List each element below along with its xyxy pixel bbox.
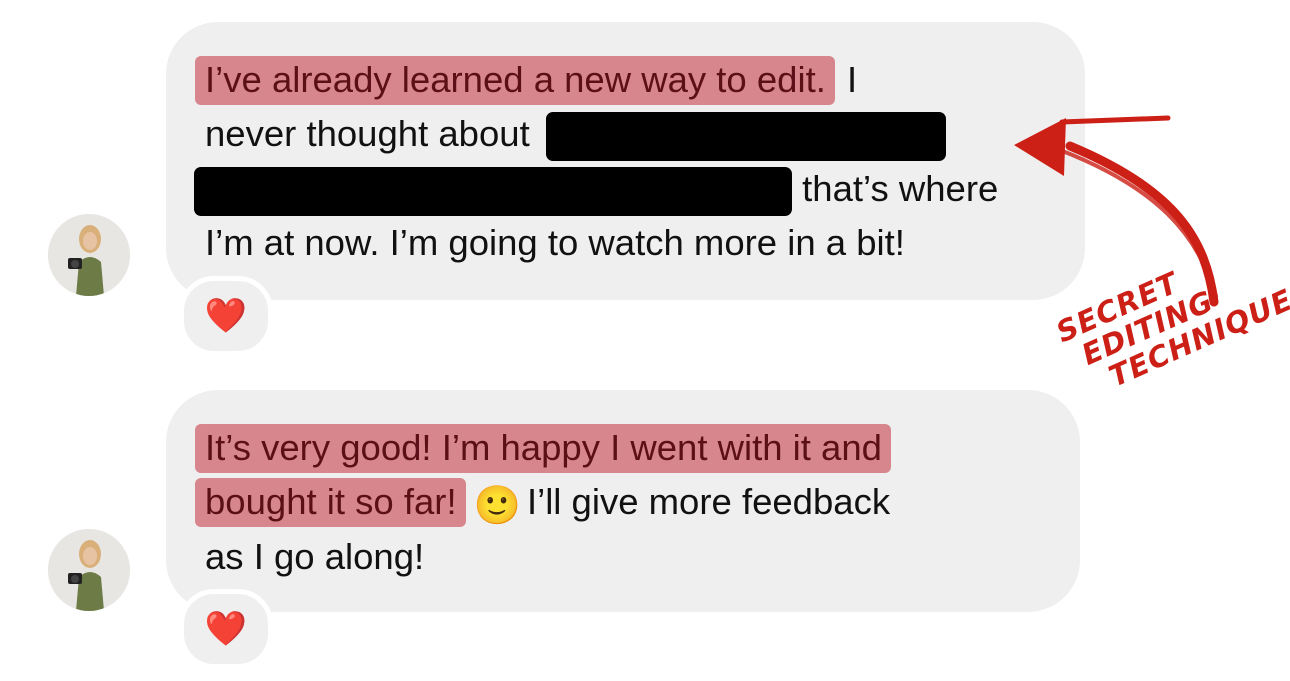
heart-icon: ❤️ bbox=[204, 297, 248, 335]
smiley-icon: 🙂 bbox=[473, 485, 521, 527]
heart-icon: ❤️ bbox=[204, 610, 248, 648]
avatar[interactable] bbox=[48, 214, 130, 296]
heart-reaction[interactable]: ❤️ bbox=[179, 589, 273, 669]
message-text: that’s where bbox=[792, 168, 999, 209]
highlighted-text: I’ve already learned a new way to edit. bbox=[195, 56, 835, 105]
message-text: I’m at now. I’m going to watch more in a… bbox=[205, 222, 905, 263]
message-line: I’m at now. I’m going to watch more in a… bbox=[205, 215, 905, 270]
redacted-block bbox=[545, 111, 946, 161]
annotation-label: SECRET EDITING TECHNIQUE bbox=[1051, 228, 1290, 405]
redacted-block bbox=[194, 166, 792, 216]
message-line: bought it so far! 🙂 I’ll give more feedbac… bbox=[195, 474, 891, 534]
message-text: I’ll give more feedback bbox=[526, 481, 891, 522]
message-line: It’s very good! I’m happy I went with it… bbox=[195, 420, 893, 475]
message-line: that’s where bbox=[194, 161, 998, 216]
avatar[interactable] bbox=[48, 529, 130, 611]
message-text: as I go along! bbox=[205, 536, 425, 577]
message-line: as I go along! bbox=[205, 529, 424, 584]
message-line: I’ve already learned a new way to edit. … bbox=[195, 52, 858, 107]
highlighted-text: It’s very good! I’m happy I went with it… bbox=[195, 424, 891, 473]
highlighted-text: bought it so far! bbox=[195, 478, 466, 527]
message-line: never thought about bbox=[205, 106, 946, 161]
profile-photo-icon bbox=[48, 214, 130, 296]
heart-reaction[interactable]: ❤️ bbox=[179, 276, 273, 356]
profile-photo-icon bbox=[48, 529, 130, 611]
message-text: I bbox=[836, 59, 858, 100]
message-text: never thought about bbox=[205, 113, 540, 154]
